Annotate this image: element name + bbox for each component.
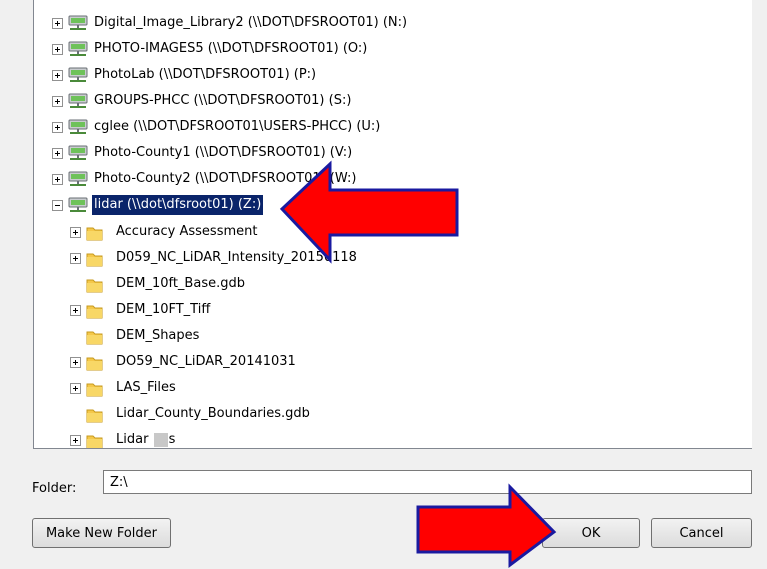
network-drive-icon bbox=[68, 67, 88, 82]
folder-label: Accuracy Assessment bbox=[116, 224, 258, 239]
expand-toggle-icon[interactable] bbox=[52, 95, 63, 107]
folder-icon bbox=[86, 305, 103, 318]
folder-icon bbox=[86, 253, 103, 266]
expand-toggle-icon[interactable] bbox=[52, 121, 63, 133]
network-drive-icon bbox=[68, 197, 88, 212]
folder-label: DO59_NC_LiDAR_20141031 bbox=[116, 354, 296, 369]
drive-label: Photo-County1 (\\DOT\DFSROOT01) (V:) bbox=[94, 145, 353, 160]
folder-icon bbox=[86, 357, 103, 370]
folder-label: Lidar_County_Boundaries.gdb bbox=[116, 406, 310, 421]
folder-icon bbox=[86, 383, 103, 396]
network-drive-icon bbox=[68, 15, 88, 30]
network-drive-icon bbox=[68, 171, 88, 186]
drive-label: Digital_Image_Library2 (\\DOT\DFSROOT01)… bbox=[94, 15, 408, 30]
expand-toggle-icon[interactable] bbox=[70, 252, 81, 264]
expand-toggle-icon[interactable] bbox=[52, 147, 63, 159]
tree-item-folder[interactable]: DEM_10ft_Base.gdb bbox=[70, 271, 247, 297]
folder-path-input[interactable] bbox=[103, 470, 752, 494]
network-drive-icon bbox=[68, 119, 88, 134]
folder-icon bbox=[86, 279, 103, 292]
tree-item-drive-n[interactable]: Digital_Image_Library2 (\\DOT\DFSROOT01)… bbox=[52, 10, 409, 36]
tree-item-folder[interactable]: LAS_Files bbox=[70, 375, 178, 401]
expand-toggle-icon[interactable] bbox=[70, 382, 81, 394]
tree-item-folder[interactable]: DEM_10FT_Tiff bbox=[70, 297, 212, 323]
expand-toggle-icon[interactable] bbox=[52, 17, 63, 29]
drive-label: cglee (\\DOT\DFSROOT01\USERS-PHCC) (U:) bbox=[94, 119, 381, 134]
tree-item-folder[interactable]: D059_NC_LiDAR_Intensity_20150118 bbox=[70, 245, 359, 271]
expand-toggle-icon[interactable] bbox=[70, 304, 81, 316]
red-arrow-icon bbox=[416, 483, 557, 568]
folder-tree[interactable]: Digital_Image_Library2 (\\DOT\DFSROOT01)… bbox=[33, 0, 752, 449]
expand-toggle-icon[interactable] bbox=[52, 173, 63, 185]
tree-item-drive-u[interactable]: cglee (\\DOT\DFSROOT01\USERS-PHCC) (U:) bbox=[52, 114, 382, 140]
network-drive-icon bbox=[68, 41, 88, 56]
expand-toggle-icon[interactable] bbox=[70, 226, 81, 238]
tree-item-drive-o[interactable]: PHOTO-IMAGES5 (\\DOT\DFSROOT01) (O:) bbox=[52, 36, 369, 62]
folder-label: Lidar s bbox=[116, 432, 176, 447]
folder-label: DEM_Shapes bbox=[116, 328, 200, 343]
folder-icon bbox=[86, 331, 103, 344]
tree-item-folder[interactable]: DO59_NC_LiDAR_20141031 bbox=[70, 349, 298, 375]
folder-label: LAS_Files bbox=[116, 380, 176, 395]
expand-toggle-icon[interactable] bbox=[52, 43, 63, 55]
cancel-button[interactable]: Cancel bbox=[651, 518, 752, 548]
folder-label: DEM_10FT_Tiff bbox=[116, 302, 211, 317]
tree-item-folder[interactable]: Lidar s bbox=[70, 427, 177, 448]
tree-item-folder[interactable]: Lidar_County_Boundaries.gdb bbox=[70, 401, 312, 427]
folder-label: DEM_10ft_Base.gdb bbox=[116, 276, 245, 291]
folder-label: D059_NC_LiDAR_Intensity_20150118 bbox=[116, 250, 357, 265]
drive-label: PHOTO-IMAGES5 (\\DOT\DFSROOT01) (O:) bbox=[94, 41, 368, 56]
network-drive-icon bbox=[68, 145, 88, 160]
folder-icon bbox=[86, 227, 103, 240]
tree-item-folder[interactable]: DEM_Shapes bbox=[70, 323, 201, 349]
ok-button[interactable]: OK bbox=[542, 518, 640, 548]
expand-toggle-icon[interactable] bbox=[70, 434, 81, 446]
tree-item-folder[interactable]: Accuracy Assessment bbox=[70, 219, 259, 245]
drive-label: PhotoLab (\\DOT\DFSROOT01) (P:) bbox=[94, 67, 317, 82]
folder-field-label: Folder: bbox=[32, 481, 77, 496]
drive-label: GROUPS-PHCC (\\DOT\DFSROOT01) (S:) bbox=[94, 93, 352, 108]
drive-label: Photo-County2 (\\DOT\DFSROOT01) (W:) bbox=[94, 171, 357, 186]
collapse-toggle-icon[interactable] bbox=[52, 199, 63, 211]
expand-toggle-icon[interactable] bbox=[52, 69, 63, 81]
tree-item-drive-v[interactable]: Photo-County1 (\\DOT\DFSROOT01) (V:) bbox=[52, 140, 354, 166]
make-new-folder-button[interactable]: Make New Folder bbox=[32, 518, 171, 548]
redacted-block bbox=[153, 432, 168, 447]
folder-icon bbox=[86, 409, 103, 422]
tree-item-drive-z[interactable]: lidar (\\dot\dfsroot01) (Z:) bbox=[52, 192, 265, 218]
tree-item-drive-w[interactable]: Photo-County2 (\\DOT\DFSROOT01) (W:) bbox=[52, 166, 358, 192]
tree-item-drive-p[interactable]: PhotoLab (\\DOT\DFSROOT01) (P:) bbox=[52, 62, 318, 88]
expand-toggle-icon[interactable] bbox=[70, 356, 81, 368]
tree-item-drive-s[interactable]: GROUPS-PHCC (\\DOT\DFSROOT01) (S:) bbox=[52, 88, 353, 114]
folder-icon bbox=[86, 435, 103, 448]
network-drive-icon bbox=[68, 93, 88, 108]
drive-label-selected: lidar (\\dot\dfsroot01) (Z:) bbox=[90, 194, 265, 216]
